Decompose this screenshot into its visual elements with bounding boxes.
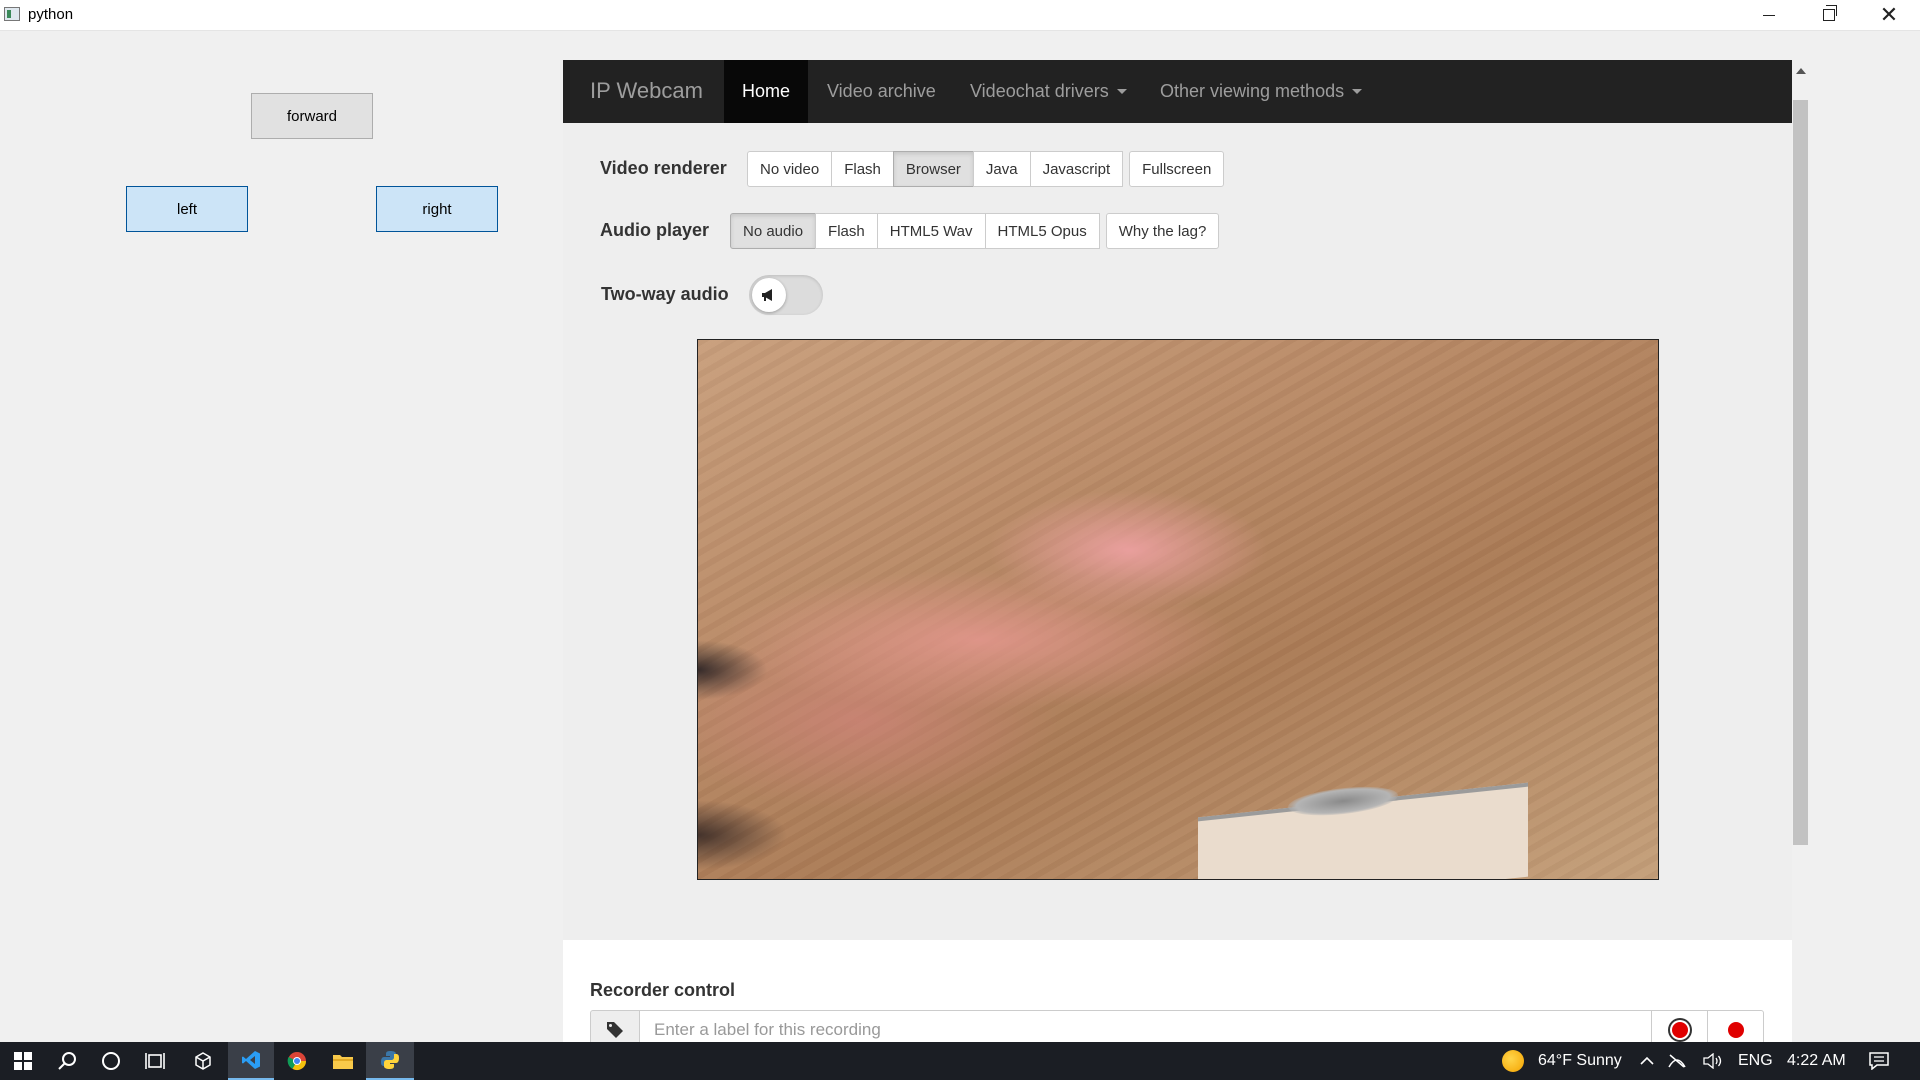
cortana-icon[interactable] [88,1042,134,1080]
nav-videochat-drivers[interactable]: Videochat drivers [970,60,1127,123]
record-button[interactable] [1708,1010,1764,1043]
video-shadow [698,800,788,870]
brand-link[interactable]: IP Webcam [590,78,703,104]
volume-icon[interactable] [1698,1042,1728,1080]
video-object [1198,782,1528,879]
renderer-no-video[interactable]: No video [747,151,833,187]
3d-viewer-icon[interactable] [180,1042,226,1080]
left-button[interactable]: left [126,186,248,232]
window-title-bar: python ✕ [0,0,1920,31]
recording-label-input[interactable] [640,1010,1652,1043]
caret-down-icon [1116,89,1127,94]
notifications-icon[interactable] [1856,1042,1902,1080]
clock[interactable]: 4:22 AM [1787,1052,1846,1070]
megaphone-icon [752,278,786,312]
restore-icon [1823,5,1837,21]
video-renderer-group: No video Flash Browser Java Javascript F… [747,151,1225,187]
nav-video-archive[interactable]: Video archive [827,60,936,123]
network-icon[interactable] [1662,1042,1692,1080]
language-indicator[interactable]: ENG [1738,1052,1773,1070]
forward-button[interactable]: forward [251,93,373,139]
task-view-icon[interactable] [132,1042,178,1080]
minimize-button[interactable] [1740,0,1798,30]
weather-text[interactable]: 64°F Sunny [1538,1052,1622,1070]
audio-html5-wav[interactable]: HTML5 Wav [876,213,986,249]
audio-player-label: Audio player [600,220,710,240]
scroll-up-arrow-icon[interactable] [1796,68,1806,74]
scroll-thumb[interactable] [1793,100,1808,845]
caret-down-icon [1352,89,1363,94]
chrome-icon[interactable] [274,1042,320,1080]
audio-player-group: No audio Flash HTML5 Wav HTML5 Opus Why … [730,213,1220,249]
audio-flash[interactable]: Flash [815,213,878,249]
taskbar: 64°F Sunny ENG 4:22 AM [0,1042,1920,1080]
record-ring-icon [1671,1022,1688,1038]
webcam-browser-view: IP Webcam Home Video archive Videochat d… [563,60,1792,1043]
video-renderer-label: Video renderer [600,158,727,178]
windows-start-icon[interactable] [0,1042,46,1080]
window-title: python [28,6,74,23]
recorder-panel: Recorder control [563,940,1792,1043]
two-way-audio-label: Two-way audio [601,284,729,304]
audio-no-audio[interactable]: No audio [730,213,817,249]
vscode-icon[interactable] [228,1042,274,1080]
why-the-lag-button[interactable]: Why the lag? [1105,213,1220,249]
video-shadow [698,640,768,700]
audio-html5-opus[interactable]: HTML5 Opus [984,213,1100,249]
two-way-audio-toggle[interactable] [749,275,823,315]
weather-sun-icon [1502,1050,1524,1072]
record-toggle-button[interactable] [1652,1010,1708,1043]
renderer-browser[interactable]: Browser [892,151,974,187]
file-explorer-icon[interactable] [320,1042,366,1080]
search-icon[interactable] [44,1042,90,1080]
restore-button[interactable] [1800,0,1858,30]
browser-scrollbar[interactable] [1792,60,1809,1043]
right-button[interactable]: right [376,186,498,232]
renderer-flash[interactable]: Flash [831,151,894,187]
chevron-up-icon[interactable] [1632,1042,1662,1080]
tag-icon [590,1010,640,1043]
nav-home[interactable]: Home [724,60,808,123]
webcam-video-feed [697,339,1659,880]
nav-other-viewing-methods[interactable]: Other viewing methods [1160,60,1363,123]
nav-video-archive-label: Video archive [827,81,936,101]
navbar: IP Webcam Home Video archive Videochat d… [563,60,1792,123]
record-icon [1727,1022,1744,1038]
nav-videochat-drivers-label: Videochat drivers [970,81,1109,101]
python-app-icon [4,7,20,21]
nav-home-label: Home [741,81,790,101]
recorder-row [590,1010,1764,1043]
python-taskbar-icon[interactable] [366,1042,414,1080]
nav-other-viewing-methods-label: Other viewing methods [1160,81,1345,101]
renderer-javascript[interactable]: Javascript [1029,151,1124,187]
renderer-java[interactable]: Java [972,151,1031,187]
close-button[interactable]: ✕ [1860,0,1918,30]
fullscreen-button[interactable]: Fullscreen [1129,151,1225,187]
recorder-title: Recorder control [590,980,736,1000]
